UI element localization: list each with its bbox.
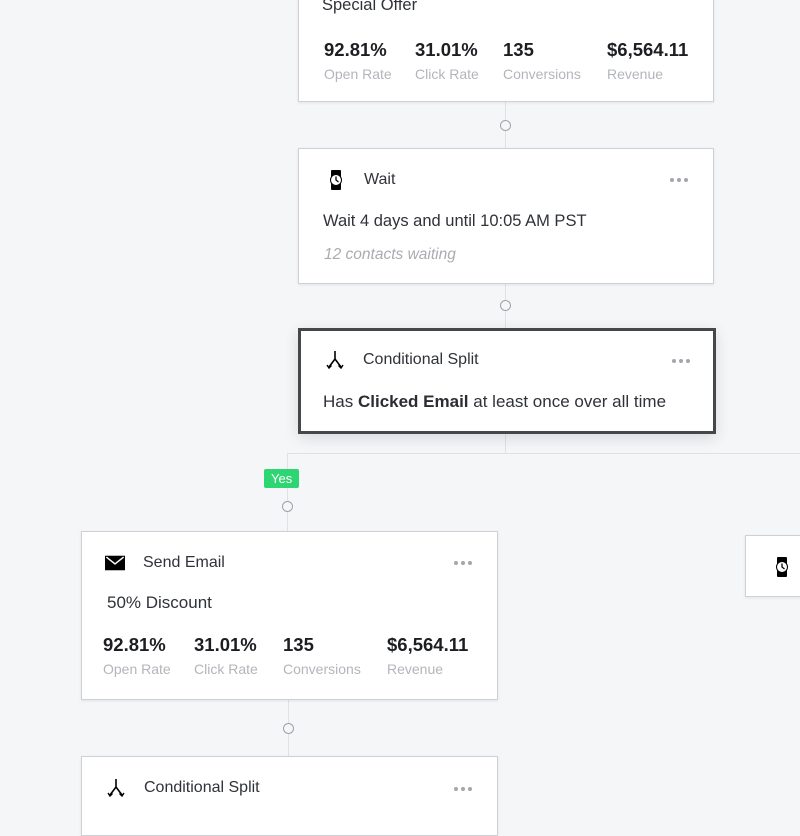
stat-click-rate: 31.01% Click Rate <box>194 634 258 677</box>
stat-open-rate: 92.81% Open Rate <box>103 634 171 677</box>
stat-value: 31.01% <box>415 39 478 60</box>
stat-revenue: $6,564.11 Revenue <box>607 39 688 82</box>
node-type-label: Wait <box>364 171 396 188</box>
split-condition: Has Clicked Email at least once over all… <box>323 392 666 412</box>
stat-value: 135 <box>283 634 314 655</box>
more-options-button[interactable] <box>670 178 688 182</box>
email-subject: 50% Discount <box>107 593 212 612</box>
stat-value: $6,564.11 <box>387 634 469 655</box>
stat-label: Conversions <box>283 661 361 677</box>
add-step-dot[interactable] <box>283 723 294 734</box>
add-step-dot[interactable] <box>282 501 293 512</box>
condition-event: Clicked Email <box>357 392 469 411</box>
stat-label: Open Rate <box>103 661 171 677</box>
watch-icon <box>326 170 346 190</box>
more-options-button[interactable] <box>454 787 472 791</box>
stat-value: 135 <box>503 39 534 60</box>
stat-click-rate: 31.01% Click Rate <box>415 39 479 82</box>
stat-label: Open Rate <box>324 66 392 82</box>
stat-value: 92.81% <box>103 634 166 655</box>
watch-icon <box>775 557 789 582</box>
yes-branch-badge: Yes <box>264 469 300 488</box>
envelope-icon <box>105 553 125 573</box>
more-options-button[interactable] <box>454 561 472 565</box>
stat-label: Click Rate <box>194 661 258 677</box>
connector-line <box>505 432 506 454</box>
conditional-split-node[interactable]: Conditional Split Has Clicked Email at l… <box>298 328 716 434</box>
wait-status: 12 contacts waiting <box>324 246 456 263</box>
stat-label: Revenue <box>387 661 444 677</box>
stat-label: Click Rate <box>415 66 479 82</box>
add-step-dot[interactable] <box>500 300 511 311</box>
conditional-split-node-2[interactable]: Conditional Split <box>81 756 498 836</box>
stat-open-rate: 92.81% Open Rate <box>324 39 392 82</box>
email-subject: Special Offer <box>322 0 418 14</box>
branch-line <box>287 453 800 454</box>
stat-label: Conversions <box>503 66 581 82</box>
wait-description: Wait 4 days and until 10:05 AM PST <box>323 212 587 230</box>
stat-revenue: $6,564.11 Revenue <box>387 634 468 677</box>
email-node-special-offer[interactable]: Special Offer 92.81% Open Rate 31.01% Cl… <box>298 0 714 102</box>
condition-prefix: Has <box>323 392 354 411</box>
condition-suffix: at least once over all time <box>473 392 667 411</box>
stat-value: 92.81% <box>324 39 387 60</box>
stat-label: Revenue <box>607 66 664 82</box>
more-options-button[interactable] <box>672 359 690 363</box>
split-icon <box>325 350 345 370</box>
node-type-label: Conditional Split <box>363 351 479 368</box>
send-email-node[interactable]: Send Email 50% Discount 92.81% Open Rate… <box>81 531 498 700</box>
connector-line <box>287 453 288 533</box>
stat-conversions: 135 Conversions <box>283 634 361 677</box>
split-icon <box>106 778 126 798</box>
add-step-dot[interactable] <box>500 120 511 131</box>
node-type-label: Send Email <box>143 554 225 571</box>
stat-conversions: 135 Conversions <box>503 39 581 82</box>
stat-value: $6,564.11 <box>607 39 689 60</box>
node-type-label: Conditional Split <box>144 779 260 796</box>
wait-node-no-branch[interactable] <box>745 535 800 597</box>
stat-value: 31.01% <box>194 634 257 655</box>
wait-node[interactable]: Wait Wait 4 days and until 10:05 AM PST … <box>298 148 714 284</box>
